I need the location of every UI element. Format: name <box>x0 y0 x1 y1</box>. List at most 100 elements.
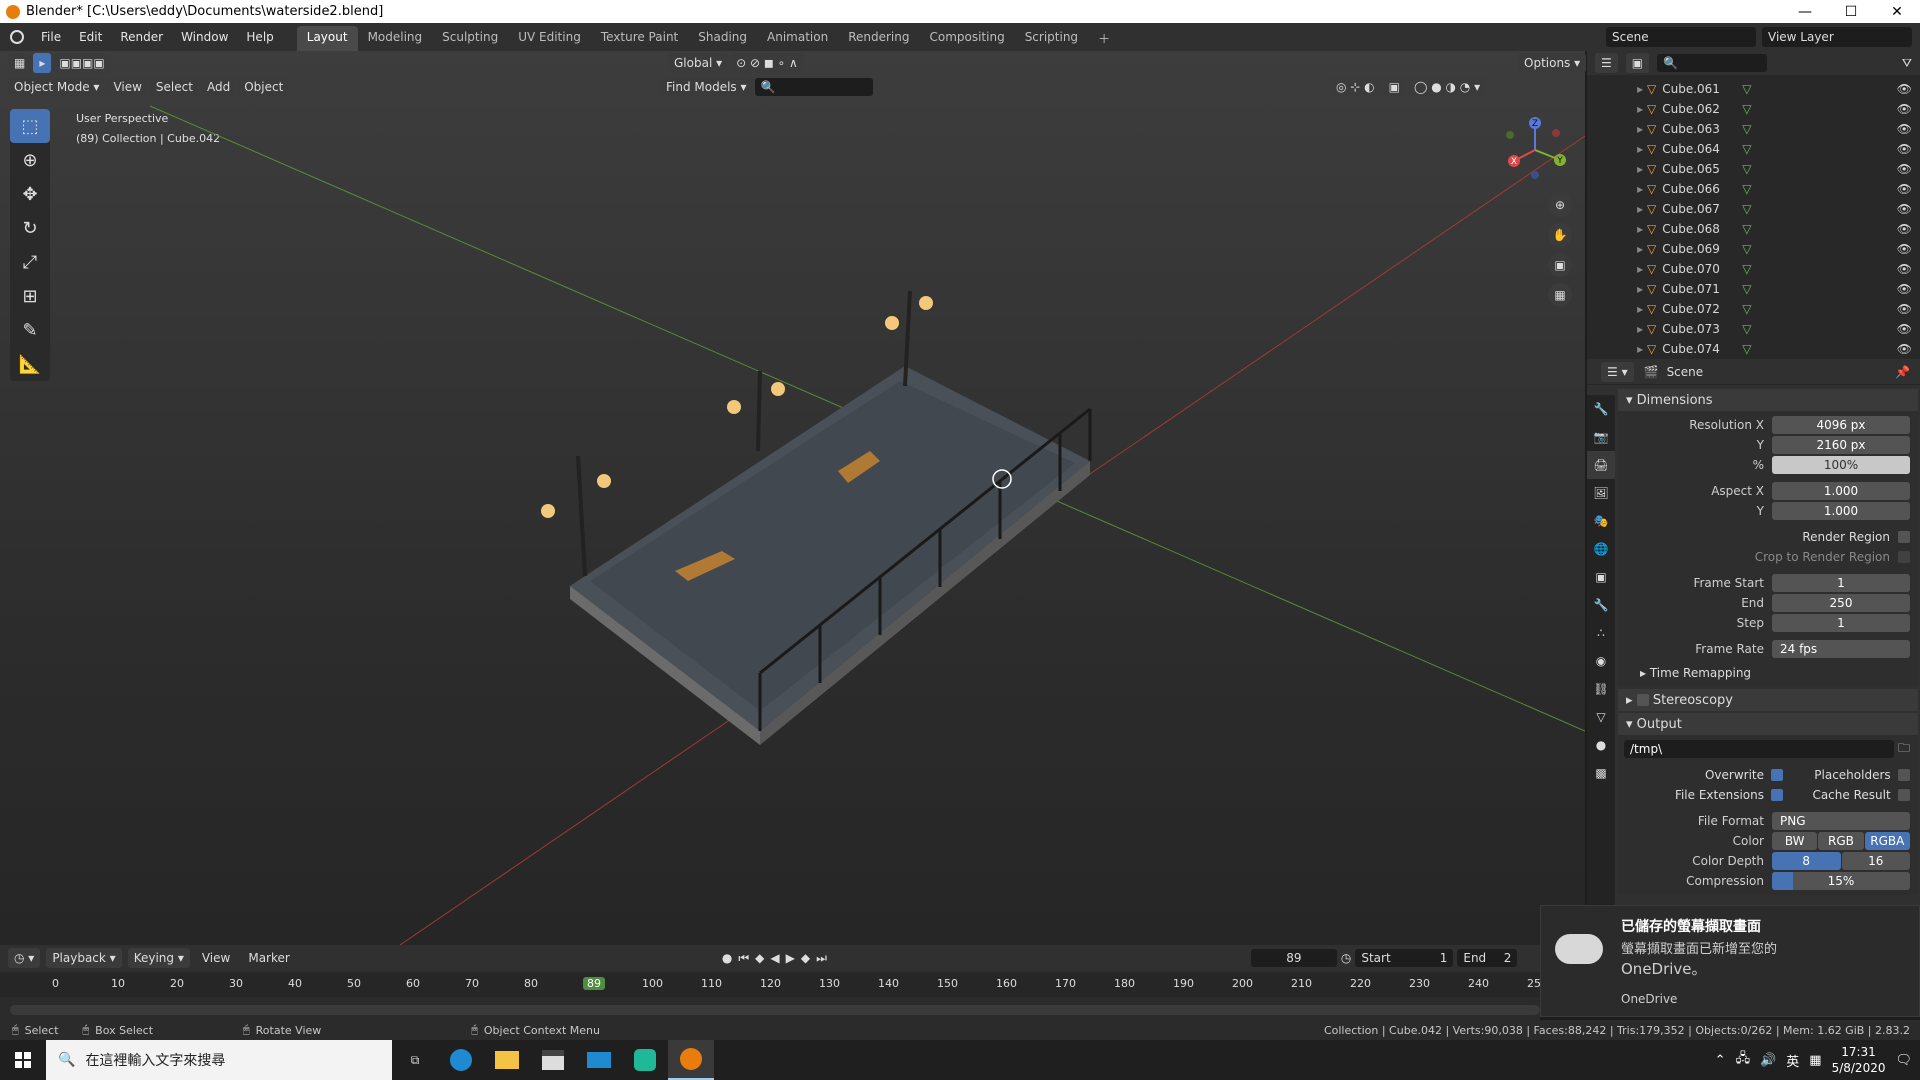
resolution-percent-slider[interactable]: 100% <box>1772 456 1910 474</box>
render-region-checkbox[interactable] <box>1898 531 1910 543</box>
outliner-row[interactable]: ▸ ▽ Cube.073 ▽ 👁 <box>1587 319 1920 339</box>
constraints-tab-icon[interactable]: ⛓ <box>1587 675 1615 703</box>
3d-viewport[interactable]: ▦ ▸ ▣▣▣▣ Global ▾ ⊙ ⊘ ◼ ∘ ∧ Options ▾ Ob… <box>0 51 1587 945</box>
expand-icon[interactable]: ▸ <box>1587 242 1647 256</box>
playback-menu[interactable]: Playback ▾ <box>46 948 122 968</box>
tab-layout[interactable]: Layout <box>296 26 358 51</box>
volume-icon[interactable]: 🔊 <box>1760 1053 1776 1068</box>
placeholders-checkbox[interactable] <box>1897 769 1910 781</box>
color-rgb-button[interactable]: RGB <box>1818 832 1864 850</box>
visibility-eye-icon[interactable]: 👁 <box>1897 102 1920 116</box>
frame-end-field[interactable]: 250 <box>1772 594 1910 612</box>
visibility-eye-icon[interactable]: 👁 <box>1897 282 1920 296</box>
output-path-field[interactable]: /tmp\ <box>1624 740 1894 758</box>
expand-icon[interactable]: ▸ <box>1587 182 1647 196</box>
filter-icon[interactable]: ⛛ <box>1902 56 1912 71</box>
windows-start-icon[interactable] <box>0 1040 46 1080</box>
tab-animation[interactable]: Animation <box>757 26 838 51</box>
blender-menu-icon[interactable] <box>10 30 24 44</box>
outliner-row[interactable]: ▸ ▽ Cube.064 ▽ 👁 <box>1587 139 1920 159</box>
visibility-eye-icon[interactable]: 👁 <box>1897 142 1920 156</box>
expand-icon[interactable]: ▸ <box>1587 162 1647 176</box>
mail-icon[interactable] <box>576 1040 622 1080</box>
modifier-tab-icon[interactable]: 🔧 <box>1587 591 1615 619</box>
outliner-editor-type[interactable]: ☰ <box>1595 53 1618 73</box>
expand-icon[interactable]: ▸ <box>1587 302 1647 316</box>
notifications-icon[interactable]: 🗨 <box>1895 1053 1912 1068</box>
taskbar-clock[interactable]: 17:31 5/8/2020 <box>1832 1044 1886 1076</box>
file-format-dropdown[interactable]: PNG <box>1772 812 1910 830</box>
outliner-row[interactable]: ▸ ▽ Cube.074 ▽ 👁 <box>1587 339 1920 359</box>
folder-icon[interactable]: 🗀 <box>1898 739 1910 760</box>
ime-icon[interactable]: ▦ <box>1809 1053 1821 1068</box>
maximize-button[interactable]: ☐ <box>1828 4 1874 20</box>
menu-render[interactable]: Render <box>111 30 172 44</box>
compression-slider[interactable]: 15% <box>1772 872 1910 890</box>
scene-tab-icon[interactable]: 🎭 <box>1587 507 1615 535</box>
visibility-eye-icon[interactable]: 👁 <box>1897 202 1920 216</box>
frame-rate-dropdown[interactable]: 24 fps <box>1772 640 1910 658</box>
next-keyframe-icon[interactable]: ◆ <box>801 951 810 966</box>
outliner-row[interactable]: ▸ ▽ Cube.071 ▽ 👁 <box>1587 279 1920 299</box>
world-tab-icon[interactable]: 🌐 <box>1587 535 1615 563</box>
cache-result-checkbox[interactable] <box>1897 789 1910 801</box>
play-icon[interactable]: ▶ <box>786 951 795 966</box>
particles-tab-icon[interactable]: ∴ <box>1587 619 1615 647</box>
time-remapping-subpanel[interactable]: ▸ Time Remapping <box>1640 666 1751 680</box>
jump-start-icon[interactable]: ⏮ <box>738 951 749 966</box>
whatsapp-icon[interactable] <box>622 1040 668 1080</box>
visibility-eye-icon[interactable]: 👁 <box>1897 222 1920 236</box>
tab-sculpting[interactable]: Sculpting <box>432 26 508 51</box>
outliner-row[interactable]: ▸ ▽ Cube.067 ▽ 👁 <box>1587 199 1920 219</box>
outliner-row[interactable]: ▸ ▽ Cube.062 ▽ 👁 <box>1587 99 1920 119</box>
resolution-x-field[interactable]: 4096 px <box>1772 416 1910 434</box>
outliner-row[interactable]: ▸ ▽ Cube.065 ▽ 👁 <box>1587 159 1920 179</box>
view-layer-selector[interactable]: View Layer <box>1762 27 1912 47</box>
task-view-icon[interactable]: ⧉ <box>392 1040 438 1080</box>
stereoscopy-panel-header[interactable]: ▸ Stereoscopy <box>1618 689 1918 711</box>
depth-8-button[interactable]: 8 <box>1772 852 1841 870</box>
visibility-eye-icon[interactable]: 👁 <box>1897 182 1920 196</box>
color-rgba-button[interactable]: RGBA <box>1864 832 1910 850</box>
tab-uv-editing[interactable]: UV Editing <box>508 26 591 51</box>
end-frame-field[interactable]: End 2 <box>1457 949 1518 967</box>
expand-icon[interactable]: ▸ <box>1587 322 1647 336</box>
view-layer-tab-icon[interactable]: 🖼 <box>1587 479 1615 507</box>
tab-texture-paint[interactable]: Texture Paint <box>591 26 688 51</box>
zoom-icon[interactable]: ⊕ <box>1548 193 1572 217</box>
outliner-row[interactable]: ▸ ▽ Cube.070 ▽ 👁 <box>1587 259 1920 279</box>
file-explorer-icon[interactable] <box>484 1040 530 1080</box>
minimize-button[interactable]: — <box>1782 4 1828 20</box>
visibility-eye-icon[interactable]: 👁 <box>1897 122 1920 136</box>
visibility-eye-icon[interactable]: 👁 <box>1897 162 1920 176</box>
tab-modeling[interactable]: Modeling <box>358 26 433 51</box>
aspect-y-field[interactable]: 1.000 <box>1772 502 1910 520</box>
tab-scripting[interactable]: Scripting <box>1015 26 1088 51</box>
stereoscopy-checkbox[interactable] <box>1636 694 1649 706</box>
frame-start-field[interactable]: 1 <box>1772 574 1910 592</box>
visibility-eye-icon[interactable]: 👁 <box>1897 262 1920 276</box>
expand-icon[interactable]: ▸ <box>1587 122 1647 136</box>
outliner-row[interactable]: ▸ ▽ Cube.068 ▽ 👁 <box>1587 219 1920 239</box>
expand-icon[interactable]: ▸ <box>1587 202 1647 216</box>
jump-end-icon[interactable]: ⏭ <box>816 951 827 966</box>
overwrite-checkbox[interactable] <box>1771 769 1784 781</box>
playback-controls[interactable]: ● ⏮ ◆ ◀ ▶ ◆ ⏭ <box>722 951 827 966</box>
expand-icon[interactable]: ▸ <box>1587 102 1647 116</box>
outliner-search[interactable]: 🔍 <box>1657 54 1768 72</box>
keying-menu[interactable]: Keying ▾ <box>127 948 190 968</box>
timeline-view-menu[interactable]: View <box>196 948 236 968</box>
expand-icon[interactable]: ▸ <box>1587 262 1647 276</box>
expand-icon[interactable]: ▸ <box>1587 222 1647 236</box>
outliner-row[interactable]: ▸ ▽ Cube.069 ▽ 👁 <box>1587 239 1920 259</box>
tab-shading[interactable]: Shading <box>688 26 757 51</box>
navigation-gizmo[interactable]: Z Y X <box>1500 115 1570 185</box>
file-extensions-checkbox[interactable] <box>1771 789 1784 801</box>
resolution-y-field[interactable]: 2160 px <box>1772 436 1910 454</box>
add-workspace-icon[interactable]: ＋ <box>1088 26 1120 51</box>
taskbar-search[interactable]: 🔍 在這裡輸入文字來搜尋 <box>46 1040 392 1080</box>
start-frame-field[interactable]: Start 1 <box>1355 949 1454 967</box>
depth-16-button[interactable]: 16 <box>1841 852 1910 870</box>
clock-icon[interactable]: ◷ <box>1341 951 1351 965</box>
visibility-eye-icon[interactable]: 👁 <box>1897 342 1920 356</box>
